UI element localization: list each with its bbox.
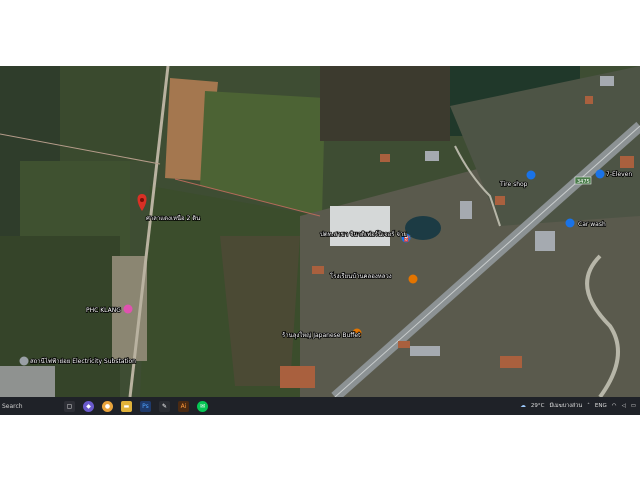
system-tray: ☁ 29°C มีเมฆบางส่วน ˄ ENG ◠ ◁ ▭ [520,402,640,410]
screen: ศาลาแดงเหนือ 2 ดิน ⛽ ปตท.สาขา จินาติเฟอร… [0,66,640,415]
poi-label-tire: Tire shop [499,181,528,188]
road-shield: 3475 [574,176,592,185]
windows-taskbar: Search ▢ ◆ ● ▬ Ps ✎ Ai ✉ ☁ 29°C มีเมฆบาง… [0,397,640,415]
weather-desc: มีเมฆบางส่วน [549,403,583,409]
substation [0,366,55,397]
volume-icon[interactable]: ◁ [622,403,626,409]
copilot-icon[interactable]: ◆ [83,400,94,412]
task-view-icon[interactable]: ▢ [64,400,75,412]
weather-temp: 29°C [530,403,545,409]
poi-label-health: PHC KLANG [86,307,121,314]
language-indicator[interactable]: ENG [595,403,607,409]
wifi-icon[interactable]: ◠ [612,403,617,409]
chrome-icon[interactable]: ● [102,400,113,412]
photoshop-icon[interactable]: Ps [140,400,151,412]
illustrator-icon[interactable]: Ai [178,400,189,412]
poi-health-center[interactable] [123,304,133,314]
poi-label-school: โรงเรียนบ้านคลองหลวง [330,272,392,280]
satellite-map[interactable]: ศาลาแดงเหนือ 2 ดิน ⛽ ปตท.สาขา จินาติเฟอร… [0,66,640,397]
poi-label-7eleven: 7-Eleven [606,171,632,178]
pin-label-red: ศาลาแดงเหนือ 2 ดิน [146,214,200,222]
road-shield-label: 3475 [577,179,590,185]
poi-carwash[interactable] [565,218,575,228]
chevron-up-icon[interactable]: ˄ [587,403,590,409]
battery-icon[interactable]: ▭ [631,403,636,409]
poi-label-substation: สถานีไฟฟ้าย่อย Electricity Substation [30,357,136,365]
poi-substation[interactable] [19,356,29,366]
field-top-dark [320,66,450,141]
poi-7eleven[interactable] [595,169,605,179]
file-explorer-icon[interactable]: ▬ [121,400,132,412]
taskbar-search[interactable]: Search [0,399,60,413]
poi-label-gas: ปตท.สาขา จินาติเฟอร์นิเจอร์ จ่าย [320,230,407,238]
poi-label-carwash: Car wash [578,221,606,228]
poi-label-restaurant: ร้านลุงใหญ่ Japanese Buffet [282,331,361,339]
poi-tire-shop[interactable] [526,170,536,180]
weather-icon[interactable]: ☁ [520,403,526,409]
search-label: Search [2,402,23,410]
poi-school[interactable] [408,274,418,284]
field-left-2 [60,66,160,161]
line-app-icon[interactable]: ✉ [197,400,208,412]
factory-roof [330,206,390,246]
pen-tool-icon[interactable]: ✎ [159,400,170,412]
